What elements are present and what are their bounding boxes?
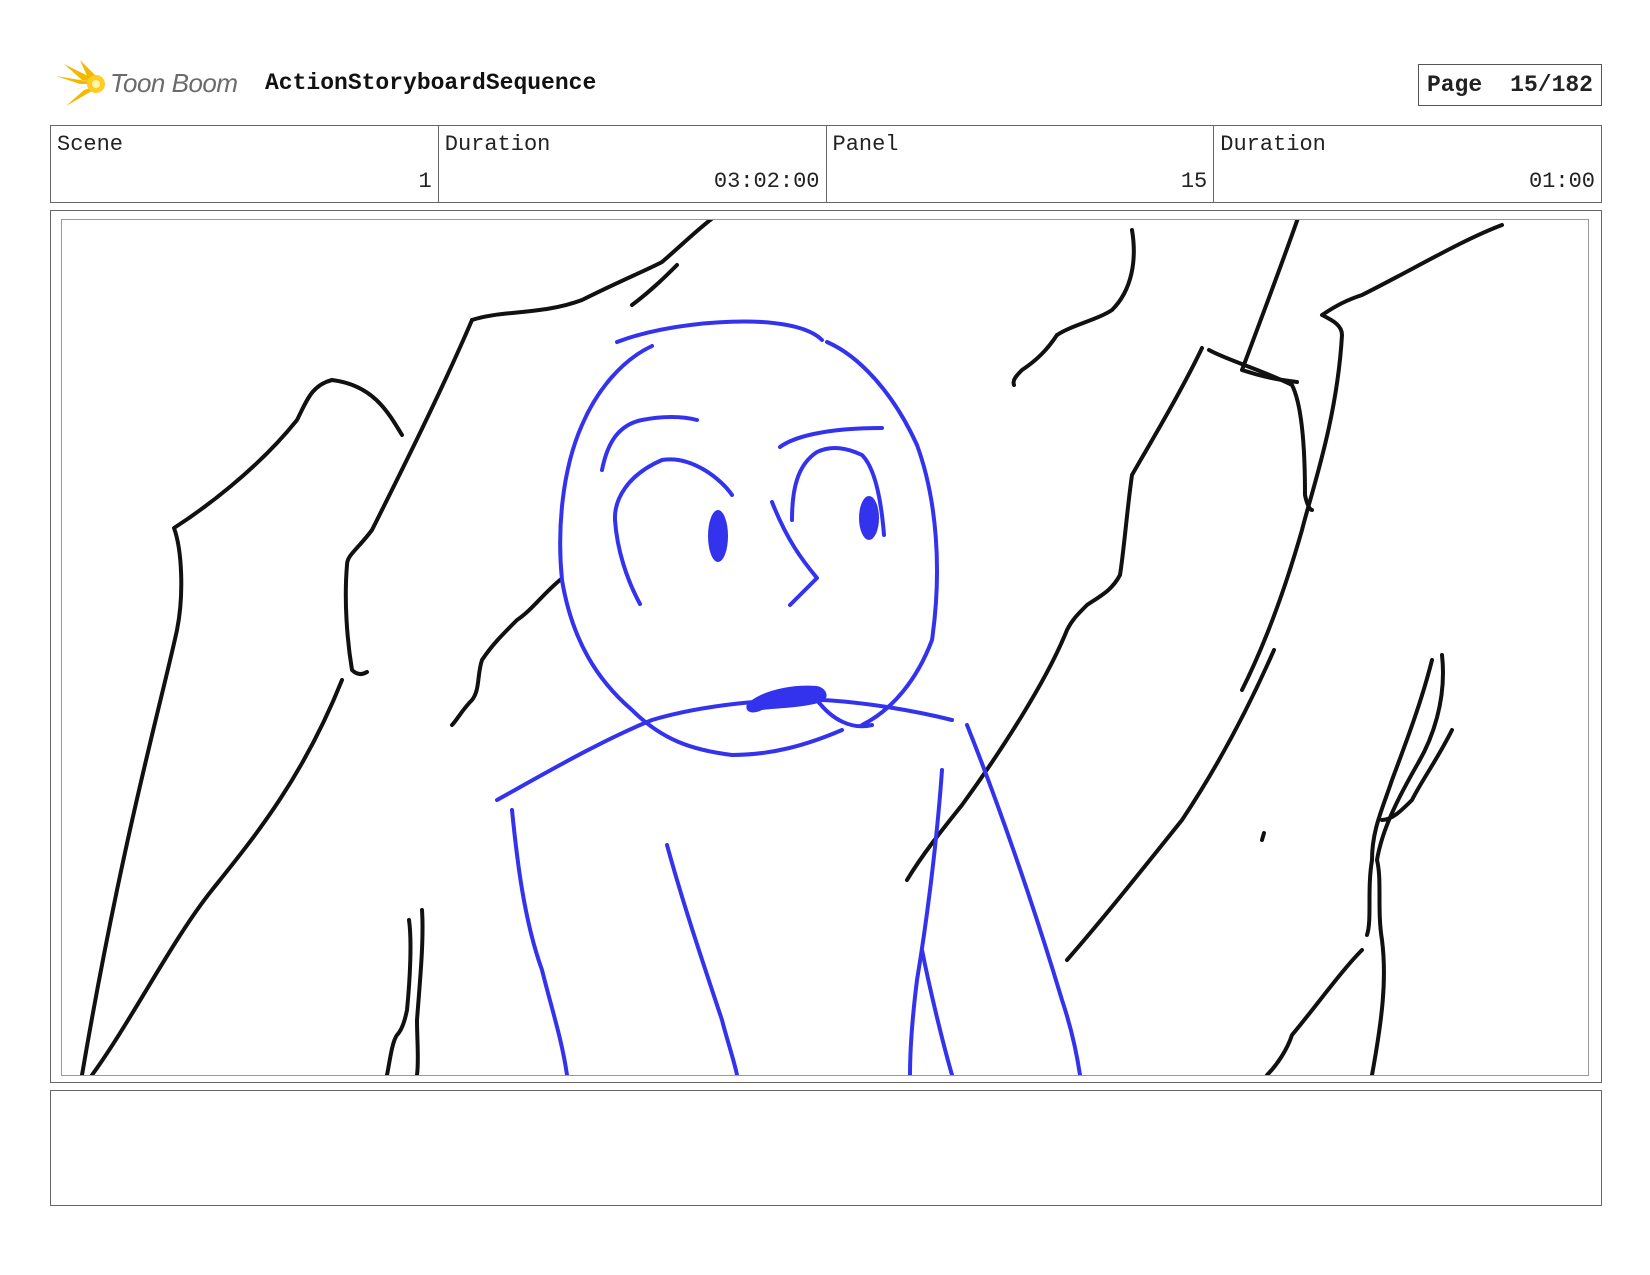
scene-cell: Scene 1 — [51, 126, 439, 202]
storyboard-panel-frame — [50, 210, 1602, 1083]
scene-value: 1 — [418, 169, 432, 194]
sequence-title: ActionStoryboardSequence — [265, 70, 597, 96]
scene-duration-label: Duration — [444, 132, 551, 157]
panel-sketch — [80, 220, 1504, 1075]
background-sketch-strokes — [80, 220, 1504, 1075]
page-indicator: Page 15/182 — [1417, 64, 1602, 106]
logo-text: Toon Boom — [110, 68, 238, 98]
scene-info-table: Scene 1 Duration 03:02:00 Panel 15 Durat… — [50, 125, 1602, 203]
panel-duration-value: 01:00 — [1528, 169, 1595, 194]
panel-label: Panel — [832, 132, 899, 157]
page-label: Page — [1426, 72, 1483, 98]
panel-notes-box — [50, 1090, 1602, 1206]
scene-label: Scene — [57, 132, 124, 157]
scene-duration-cell: Duration 03:02:00 — [439, 126, 827, 202]
scene-duration-value: 03:02:00 — [713, 169, 820, 194]
panel-value: 15 — [1180, 169, 1208, 194]
panel-cell: Panel 15 — [827, 126, 1215, 202]
panel-duration-label: Duration — [1220, 132, 1326, 157]
toon-boom-logo: Toon Boom — [50, 58, 250, 110]
panel-duration-cell: Duration 01:00 — [1214, 126, 1601, 202]
storyboard-panel-image — [61, 219, 1589, 1076]
page-value: 15/182 — [1510, 72, 1593, 98]
toon-boom-logo-icon — [56, 60, 105, 106]
page-header: Toon Boom ActionStoryboardSequence Page … — [50, 58, 1602, 108]
